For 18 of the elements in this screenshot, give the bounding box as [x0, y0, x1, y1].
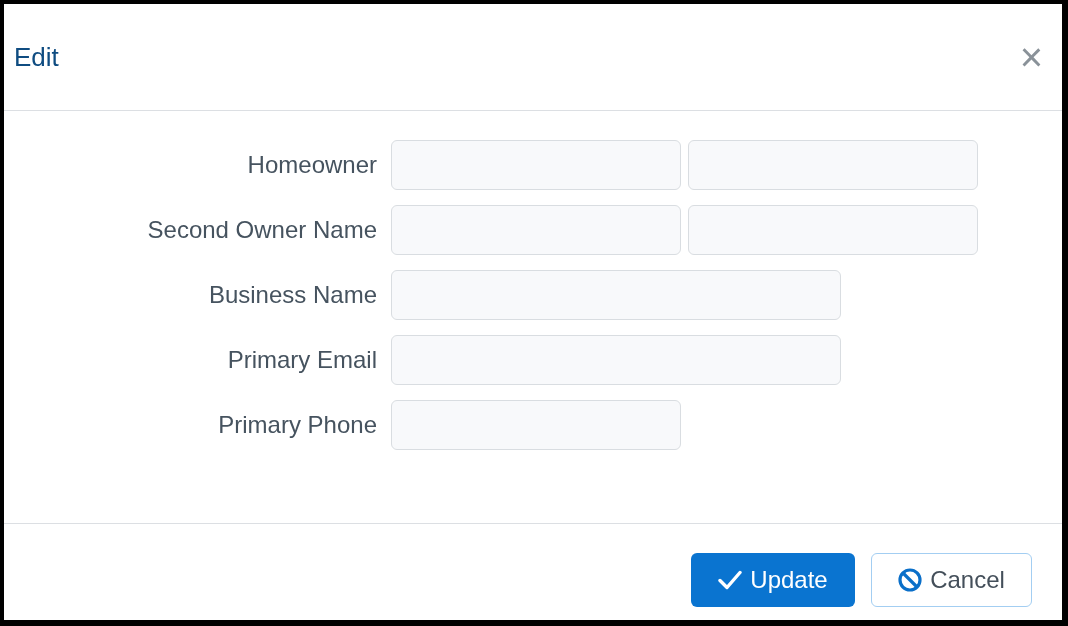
dialog-title: Edit [14, 40, 59, 74]
checkmark-icon [718, 570, 743, 590]
cancel-button[interactable]: Cancel [871, 553, 1032, 607]
field-label: Primary Phone [217, 410, 377, 440]
input-field[interactable] [391, 270, 841, 320]
input-field[interactable] [391, 335, 841, 385]
ban-icon [898, 568, 923, 592]
input-field[interactable] [391, 205, 681, 255]
field-label: Primary Email [226, 345, 377, 375]
field-label: Second Owner Name [146, 215, 377, 245]
input-field[interactable] [688, 140, 978, 190]
close-button[interactable]: × [1017, 37, 1045, 77]
input-field[interactable] [391, 400, 681, 450]
update-button[interactable]: Update [691, 553, 855, 607]
field-label: Business Name [207, 280, 377, 310]
field-label: Homeowner [246, 150, 377, 180]
input-field[interactable] [688, 205, 978, 255]
input-field[interactable] [391, 140, 681, 190]
